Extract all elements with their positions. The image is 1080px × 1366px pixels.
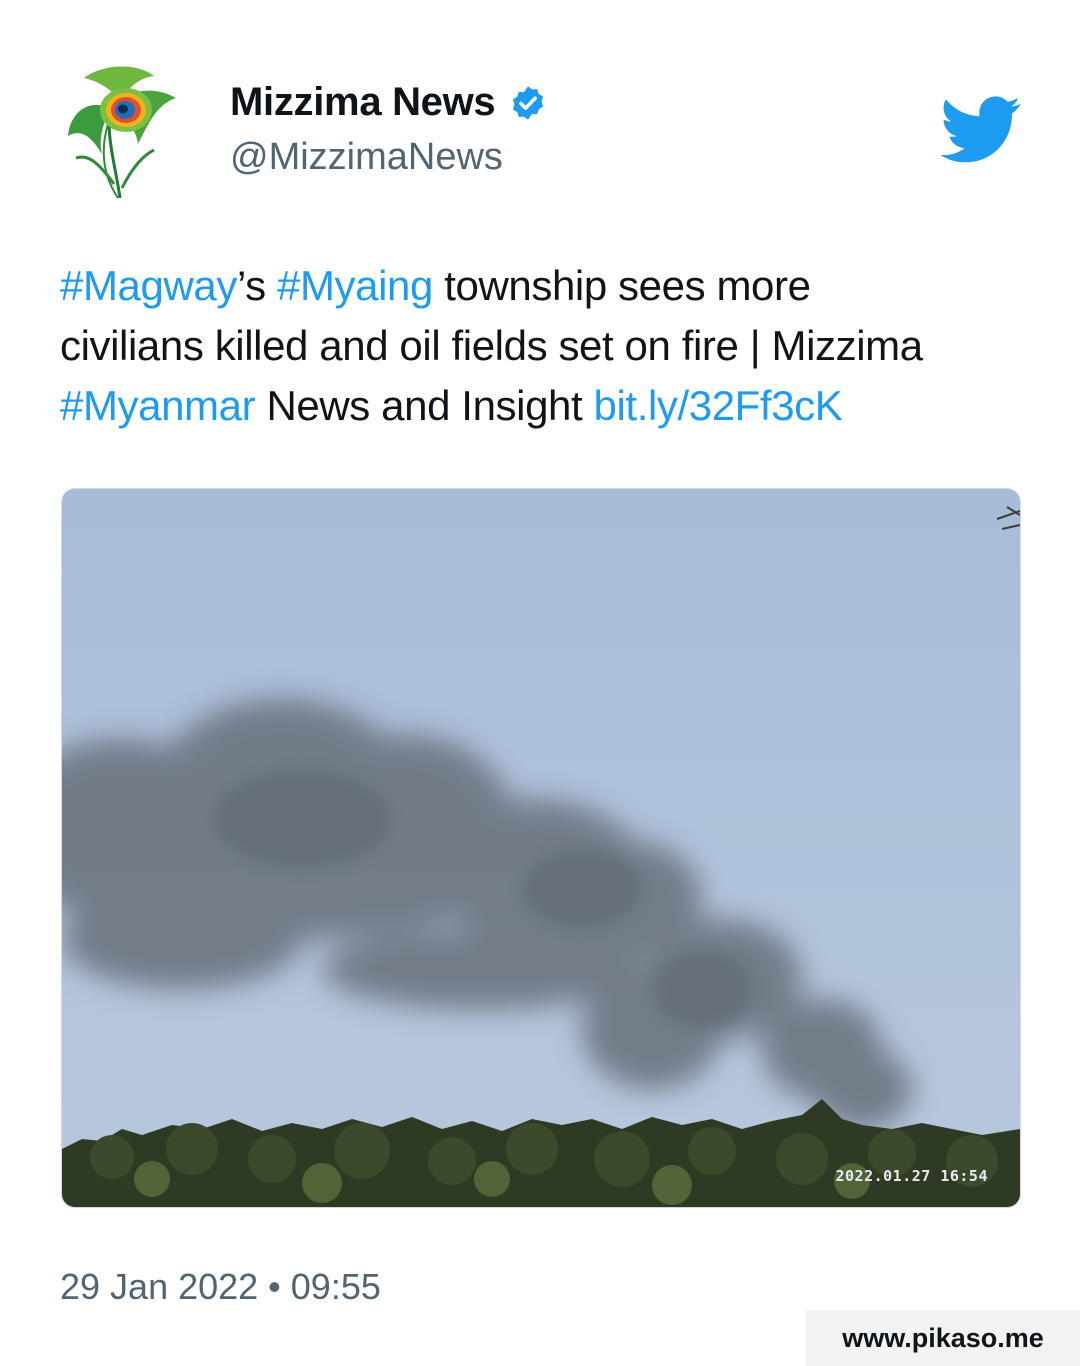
tweet-text: #Magway’s #Myaing township sees more civ… bbox=[60, 256, 1020, 436]
tweet-line-2: civilians killed and oil fields set on f… bbox=[60, 316, 1020, 376]
tweet-line-1: #Magway’s #Myaing township sees more bbox=[60, 256, 1020, 316]
tweet-text-part-2: civilians killed and oil fields set on f… bbox=[60, 322, 923, 369]
author-display-name-row[interactable]: Mizzima News bbox=[230, 80, 547, 125]
hashtag-magway[interactable]: #Magway bbox=[60, 262, 237, 309]
tweet-text-possessive: ’s bbox=[236, 262, 277, 309]
hashtag-myanmar[interactable]: #Myanmar bbox=[60, 382, 256, 429]
author-handle[interactable]: @MizzimaNews bbox=[230, 136, 503, 179]
hashtag-myaing[interactable]: #Myaing bbox=[277, 262, 433, 309]
tweet-media-image[interactable]: 2022.01.27 16:54 bbox=[61, 488, 1021, 1208]
author-display-name[interactable]: Mizzima News bbox=[230, 80, 496, 125]
twitter-bird-icon[interactable] bbox=[940, 96, 1022, 164]
avatar[interactable] bbox=[58, 58, 190, 204]
watermark: www.pikaso.me bbox=[806, 1310, 1080, 1366]
peacock-feather-logo-icon bbox=[68, 66, 176, 199]
tweet-timestamp[interactable]: 29 Jan 2022 • 09:55 bbox=[60, 1266, 381, 1308]
verified-badge-icon bbox=[509, 84, 547, 122]
smoke-over-treeline-photo bbox=[62, 489, 1020, 1207]
tweet-text-part-1: township sees more bbox=[432, 262, 811, 309]
tweet-line-3: #Myanmar News and Insight bit.ly/32Ff3cK bbox=[60, 376, 1020, 436]
camera-timestamp-overlay: 2022.01.27 16:54 bbox=[835, 1167, 988, 1185]
tweet-text-part-3: News and Insight bbox=[255, 382, 594, 429]
short-link[interactable]: bit.ly/32Ff3cK bbox=[594, 382, 843, 429]
